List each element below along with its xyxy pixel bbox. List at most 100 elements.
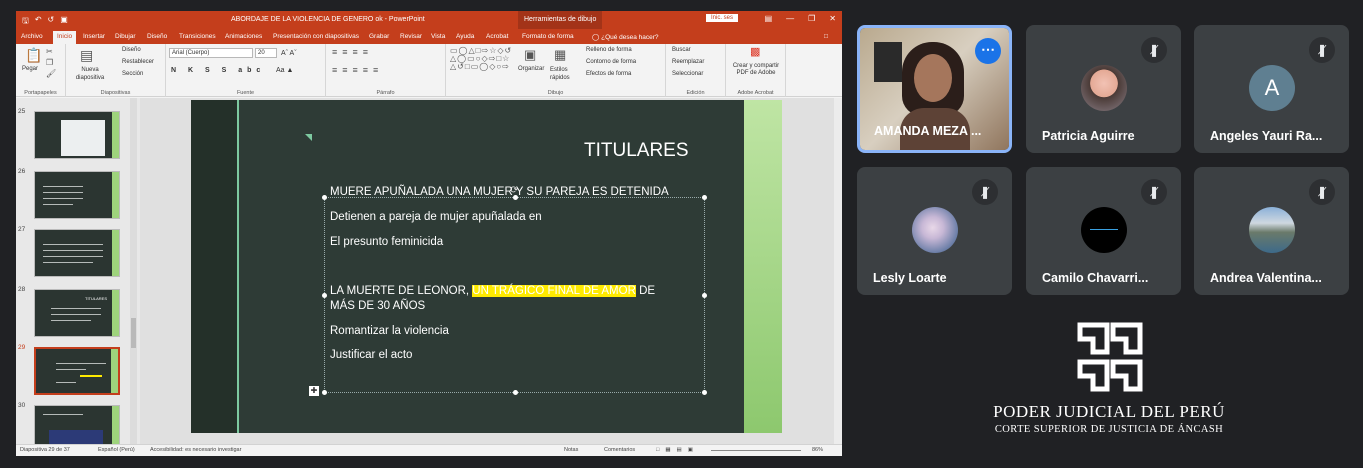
thumbnail-image: TITULARES — [34, 289, 120, 337]
clipboard-icon[interactable]: 📋 — [25, 48, 42, 62]
font-color-icon[interactable]: Aa ▲ — [276, 67, 293, 74]
more-options-icon[interactable]: ⋯ — [975, 38, 1001, 64]
reset-button[interactable]: Restablecer — [122, 59, 154, 65]
org-name: PODER JUDICIAL DEL PERÚ — [993, 402, 1225, 421]
arrange-button[interactable]: Organizar — [518, 66, 544, 72]
participant-tile-andrea[interactable]: ❚̸ Andrea Valentina... — [1194, 167, 1349, 295]
shape-effects-button[interactable]: Efectos de forma — [586, 71, 631, 77]
grow-font-icon[interactable]: Aˆ Aˇ — [281, 50, 297, 57]
shape-fill-button[interactable]: Relleno de forma — [586, 47, 632, 53]
tab-grabar[interactable]: Grabar — [369, 33, 389, 40]
comments-button[interactable]: Comentarios — [604, 447, 635, 453]
tab-archivo[interactable]: Archivo — [21, 33, 43, 40]
resize-handle[interactable] — [702, 195, 707, 200]
org-subname: CORTE SUPERIOR DE JUSTICIA DE ÁNCASH — [994, 424, 1224, 435]
shape-outline-button[interactable]: Contorno de forma — [586, 59, 636, 65]
maximize-icon[interactable]: ❐ — [808, 14, 815, 23]
quick-styles-icon[interactable]: ▦ — [554, 48, 566, 61]
arrange-icon[interactable]: ▣ — [524, 48, 536, 61]
zoom-slider[interactable] — [711, 450, 801, 451]
paste-button[interactable]: Pegar — [22, 66, 38, 72]
thumbnail-slide-27[interactable]: 27 — [16, 226, 140, 282]
tab-transiciones[interactable]: Transiciones — [179, 33, 216, 40]
group-label-diapositivas: Diapositivas — [100, 90, 131, 96]
thumbnail-slide-28[interactable]: 28 TITULARES — [16, 286, 140, 342]
shapes-gallery-icon[interactable]: ▭◯△□⇨☆◇↺ △◯▭○◇⇨□☆ △↺□▭◯◇○⇨ — [450, 47, 512, 71]
layout-button[interactable]: Diseño — [122, 47, 141, 53]
save-icon[interactable]: 🖫 — [22, 15, 29, 29]
slide-text-box[interactable]: ⟳ ✚ MUERE APUÑALADA UNA MUJER Y SU PAREJ… — [309, 185, 707, 396]
thumbnail-slide-25[interactable]: 25 — [16, 108, 140, 164]
list-icons[interactable]: ≡≡≡≡ — [332, 48, 373, 57]
thumbnail-image — [34, 171, 120, 219]
notes-button[interactable]: Notas — [564, 447, 578, 453]
layout-options-icon[interactable]: ✚ — [309, 386, 319, 396]
present-icon[interactable]: ▣ — [60, 15, 68, 29]
group-label-dibujo: Dibujo — [547, 90, 564, 96]
slide-line-justificar: Justificar el acto — [330, 349, 413, 361]
font-name-select[interactable]: Arial (Cuerpo) — [169, 48, 253, 58]
participant-tile-amanda[interactable]: ⋯ AMANDA MEZA ... — [857, 25, 1012, 153]
thumbnail-slide-30[interactable]: 30 — [16, 402, 140, 444]
new-slide-icon[interactable]: ▤ — [80, 48, 93, 62]
comment-icon[interactable]: □ — [824, 33, 828, 40]
tab-diseno[interactable]: Diseño — [147, 33, 167, 40]
format-painter-icon[interactable]: 🖌 — [46, 70, 56, 78]
thumbnail-number: 26 — [18, 168, 26, 175]
align-icons[interactable]: ≡≡≡≡≡ — [332, 66, 383, 75]
tab-dibujar[interactable]: Dibujar — [115, 33, 136, 40]
new-slide-button[interactable]: Nueva diapositiva — [71, 66, 109, 82]
canvas-scrollbar[interactable] — [834, 98, 842, 444]
resize-handle[interactable] — [702, 293, 707, 298]
scrollbar-thumb[interactable] — [131, 318, 136, 348]
quick-styles-button[interactable]: Estilos rápidos — [550, 66, 574, 82]
resize-handle[interactable] — [513, 390, 518, 395]
ribbon-display-icon[interactable]: ▤ — [765, 14, 773, 23]
minimize-icon[interactable]: — — [786, 14, 794, 23]
mic-off-icon: ❚̸ — [972, 179, 998, 205]
thumbnail-slide-29[interactable]: 29 — [16, 344, 140, 400]
window-title: ABORDAJE DE LA VIOLENCIA DE GENERO ok - … — [231, 16, 425, 23]
undo-icon[interactable]: ↶ — [35, 15, 42, 29]
create-pdf-button[interactable]: Crear y compartir PDF de Adobe — [727, 63, 785, 77]
tab-ayuda[interactable]: Ayuda — [456, 33, 474, 40]
avatar — [1081, 65, 1127, 111]
tab-revisar[interactable]: Revisar — [400, 33, 422, 40]
pdf-icon[interactable]: ▩ — [750, 47, 760, 58]
sign-in-button[interactable]: Inic. ses — [706, 14, 739, 22]
copy-icon[interactable]: ❐ — [46, 59, 53, 67]
replace-button[interactable]: Reemplazar — [672, 59, 704, 65]
logo-segment — [1077, 359, 1110, 392]
font-size-select[interactable]: 20 — [255, 48, 277, 58]
participant-tile-camilo[interactable]: ❚̸ Camilo Chavarri... — [1026, 167, 1181, 295]
font-style-buttons[interactable]: N K S S abc — [171, 67, 265, 74]
tab-animaciones[interactable]: Animaciones — [225, 33, 262, 40]
slide-title[interactable]: TITULARES — [584, 140, 689, 162]
tab-inicio[interactable]: Inicio — [53, 31, 77, 44]
tab-formato-forma[interactable]: Formato de forma — [522, 33, 574, 40]
tab-presentacion[interactable]: Presentación con diapositivas — [273, 33, 359, 40]
cut-icon[interactable]: ✂ — [46, 48, 53, 56]
participant-tile-lesly[interactable]: ❚̸ Lesly Loarte — [857, 167, 1012, 295]
zoom-level[interactable]: 86% — [812, 447, 823, 453]
redo-icon[interactable]: ↺ — [48, 15, 55, 29]
resize-handle[interactable] — [322, 390, 327, 395]
accessibility-status[interactable]: Accesibilidad: es necesario investigar — [150, 447, 241, 453]
section-button[interactable]: Sección — [122, 71, 143, 77]
select-button[interactable]: Seleccionar — [672, 71, 703, 77]
find-button[interactable]: Buscar — [672, 47, 691, 53]
resize-handle[interactable] — [702, 390, 707, 395]
close-icon[interactable]: ✕ — [829, 14, 836, 23]
language-indicator[interactable]: Español (Perú) — [98, 447, 135, 453]
tell-me-box[interactable]: ◯ ¿Qué desea hacer? — [592, 33, 659, 41]
tab-vista[interactable]: Vista — [431, 33, 445, 40]
resize-handle[interactable] — [322, 195, 327, 200]
thumbnail-slide-26[interactable]: 26 — [16, 168, 140, 224]
thumbnails-scrollbar[interactable] — [130, 98, 137, 444]
tab-acrobat[interactable]: Acrobat — [486, 33, 508, 40]
participant-tile-angeles[interactable]: ❚̸ A Angeles Yauri Ra... — [1194, 25, 1349, 153]
resize-handle[interactable] — [322, 293, 327, 298]
view-buttons[interactable]: □▦▤▣ — [656, 447, 699, 453]
tab-insertar[interactable]: Insertar — [83, 33, 105, 40]
participant-tile-patricia[interactable]: ❚̸ Patricia Aguirre — [1026, 25, 1181, 153]
